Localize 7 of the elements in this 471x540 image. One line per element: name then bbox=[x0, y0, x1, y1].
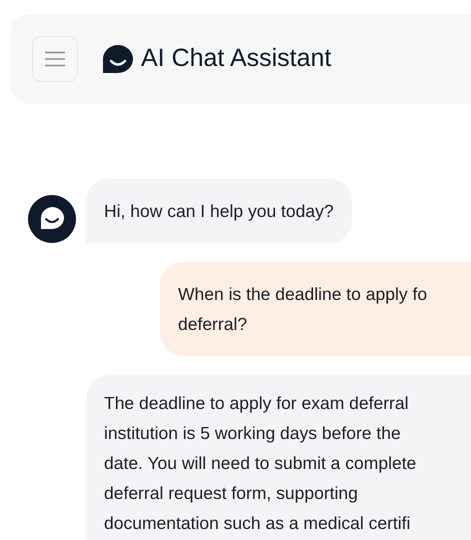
app-title: AI Chat Assistant bbox=[141, 43, 332, 74]
assistant-message: Hi, how can I help you today? bbox=[86, 179, 352, 243]
user-message: When is the deadline to apply fo deferral? bbox=[160, 262, 471, 356]
assistant-message: The deadline to apply for exam deferral institution is 5 working days before the date. You will need to submit a complete deferral request form, supporting documentation such as a medical certifi bbox=[86, 375, 471, 540]
menu-icon bbox=[44, 51, 66, 67]
menu-button[interactable] bbox=[32, 36, 78, 82]
logo-icon bbox=[103, 45, 133, 73]
